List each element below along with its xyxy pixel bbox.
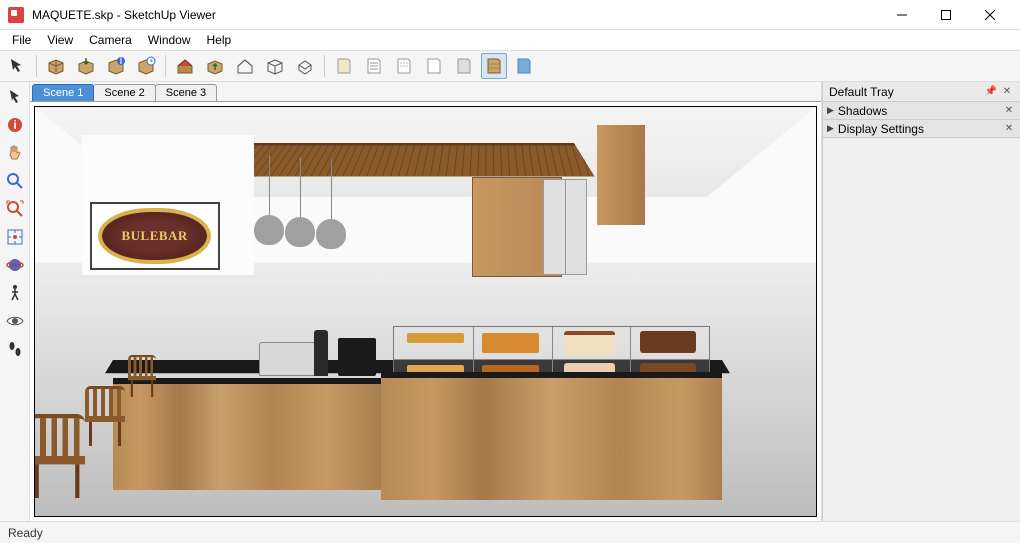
- scene-ceiling-beams: [210, 143, 595, 176]
- expand-arrow-icon: ▶: [827, 105, 834, 116]
- tray-panel-label: Display Settings: [838, 122, 924, 136]
- side-toolbar: i: [0, 82, 30, 521]
- maximize-button[interactable]: [924, 1, 968, 29]
- scene-chimney: [597, 125, 645, 225]
- zoom-extents-icon[interactable]: [2, 196, 28, 222]
- statusbar: Ready: [0, 521, 1020, 543]
- scene-tabs: Scene 1 Scene 2 Scene 3: [30, 82, 821, 102]
- tray-panel-shadows[interactable]: ▶ Shadows ✕: [823, 102, 1020, 120]
- scene-grinder: [314, 330, 328, 376]
- titlebar: MAQUETE.skp - SketchUp Viewer: [0, 0, 1020, 30]
- box-info-icon[interactable]: i: [103, 53, 129, 79]
- walk-icon[interactable]: [2, 280, 28, 306]
- menubar: File View Camera Window Help: [0, 30, 1020, 50]
- main-toolbar: i: [0, 50, 1020, 82]
- status-text: Ready: [8, 526, 43, 540]
- eye-icon[interactable]: [2, 308, 28, 334]
- scene-fridge: [543, 179, 587, 275]
- tray-panel-label: Shadows: [838, 104, 887, 118]
- page-mono-icon[interactable]: [451, 53, 477, 79]
- window-controls: [880, 1, 1012, 29]
- box-clock-icon[interactable]: [133, 53, 159, 79]
- tray-panel-display-settings[interactable]: ▶ Display Settings ✕: [823, 120, 1020, 138]
- home-iso-icon[interactable]: [292, 53, 318, 79]
- select-icon[interactable]: [4, 53, 30, 79]
- svg-text:i: i: [13, 118, 16, 132]
- pointer-icon[interactable]: [2, 84, 28, 110]
- toolbar-separator: [165, 55, 166, 77]
- magnify-icon[interactable]: [2, 168, 28, 194]
- box-open-icon[interactable]: [43, 53, 69, 79]
- page-texture-icon[interactable]: [481, 53, 507, 79]
- scene-pos-monitor: [338, 338, 376, 376]
- tray-close-icon[interactable]: ✕: [1000, 85, 1014, 99]
- scene-pendant-light: [285, 217, 315, 247]
- scene-tab-2[interactable]: Scene 2: [93, 84, 155, 101]
- scene-tab-3[interactable]: Scene 3: [155, 84, 217, 101]
- viewport-canvas[interactable]: BULEBAR: [34, 106, 817, 517]
- tray-pin-icon[interactable]: 📌: [984, 85, 998, 99]
- close-button[interactable]: [968, 1, 1012, 29]
- menu-help[interactable]: Help: [199, 31, 240, 49]
- scene-logo-badge: BULEBAR: [102, 212, 207, 260]
- center-column: Scene 1 Scene 2 Scene 3 BULEBAR: [30, 82, 822, 521]
- toolbar-separator: [324, 55, 325, 77]
- lookat-icon[interactable]: [2, 224, 28, 250]
- toolbar-separator: [36, 55, 37, 77]
- scene-counter: [113, 298, 722, 498]
- page-hidden-icon[interactable]: [391, 53, 417, 79]
- minimize-button[interactable]: [880, 1, 924, 29]
- app-icon: [8, 7, 24, 23]
- page-blank-icon[interactable]: [421, 53, 447, 79]
- panel-close-icon[interactable]: ✕: [1002, 122, 1016, 136]
- footsteps-icon[interactable]: [2, 336, 28, 362]
- tray-titlebar[interactable]: Default Tray 📌 ✕: [823, 82, 1020, 102]
- orbit-icon[interactable]: [2, 252, 28, 278]
- scene-pendant-light: [254, 215, 284, 245]
- info-icon[interactable]: i: [2, 112, 28, 138]
- page-shaded-icon[interactable]: [331, 53, 357, 79]
- home-outline-icon[interactable]: [232, 53, 258, 79]
- scene-espresso-machine: [259, 342, 319, 376]
- scene-counter-front: [381, 372, 722, 500]
- hand-icon[interactable]: [2, 140, 28, 166]
- box-up-icon[interactable]: [202, 53, 228, 79]
- menu-view[interactable]: View: [39, 31, 81, 49]
- tray-title-text: Default Tray: [829, 85, 894, 99]
- scene-pendant-light: [316, 219, 346, 249]
- box-outline-icon[interactable]: [262, 53, 288, 79]
- scene-logo-text: BULEBAR: [121, 228, 187, 244]
- main-area: i Scene 1 Scene 2 Scene 3: [0, 82, 1020, 521]
- page-xray-icon[interactable]: [511, 53, 537, 79]
- menu-file[interactable]: File: [4, 31, 39, 49]
- scene-tab-1[interactable]: Scene 1: [32, 84, 94, 101]
- viewport[interactable]: BULEBAR: [30, 102, 821, 521]
- scene-logo-sign: BULEBAR: [90, 202, 220, 270]
- default-tray: Default Tray 📌 ✕ ▶ Shadows ✕ ▶ Display S…: [822, 82, 1020, 521]
- menu-window[interactable]: Window: [140, 31, 199, 49]
- window-title: MAQUETE.skp - SketchUp Viewer: [32, 8, 216, 22]
- panel-close-icon[interactable]: ✕: [1002, 104, 1016, 118]
- page-wire-icon[interactable]: [361, 53, 387, 79]
- scene-seating: [35, 326, 160, 496]
- box-download-icon[interactable]: [73, 53, 99, 79]
- model-scene: BULEBAR: [35, 107, 816, 516]
- home-solid-icon[interactable]: [172, 53, 198, 79]
- svg-text:i: i: [120, 56, 123, 67]
- expand-arrow-icon: ▶: [827, 123, 834, 134]
- menu-camera[interactable]: Camera: [81, 31, 140, 49]
